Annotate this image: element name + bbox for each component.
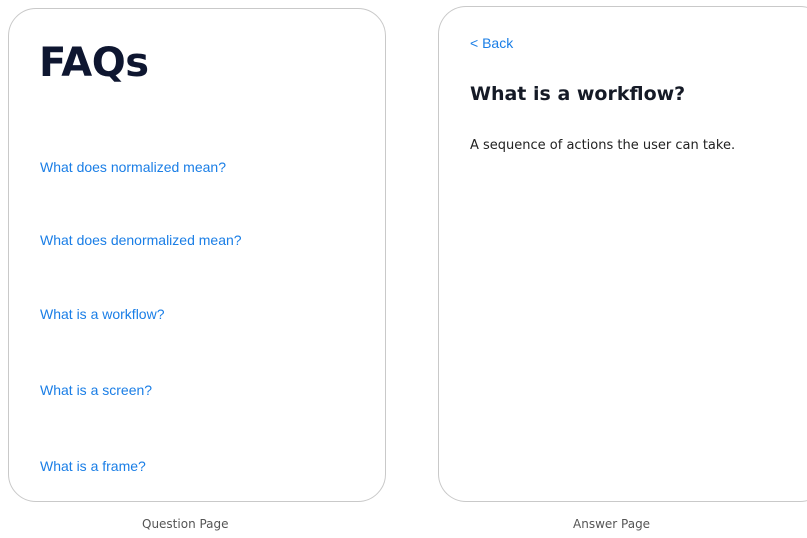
faq-link-denormalized[interactable]: What does denormalized mean?: [40, 233, 242, 247]
answer-page-frame: < Back What is a workflow? A sequence of…: [438, 6, 807, 502]
answer-title: What is a workflow?: [470, 83, 686, 105]
answer-body: A sequence of actions the user can take.: [470, 138, 736, 153]
back-button[interactable]: < Back: [470, 36, 513, 50]
faq-link-normalized[interactable]: What does normalized mean?: [40, 160, 226, 174]
question-page-frame: FAQs What does normalized mean? What doe…: [8, 8, 386, 502]
canvas: FAQs What does normalized mean? What doe…: [0, 0, 807, 538]
faq-link-frame[interactable]: What is a frame?: [40, 459, 146, 473]
faq-link-workflow[interactable]: What is a workflow?: [40, 307, 164, 321]
faq-link-screen[interactable]: What is a screen?: [40, 383, 152, 397]
answer-page-caption: Answer Page: [573, 517, 651, 531]
question-page-caption: Question Page: [142, 517, 229, 531]
page-title: FAQs: [39, 40, 149, 86]
